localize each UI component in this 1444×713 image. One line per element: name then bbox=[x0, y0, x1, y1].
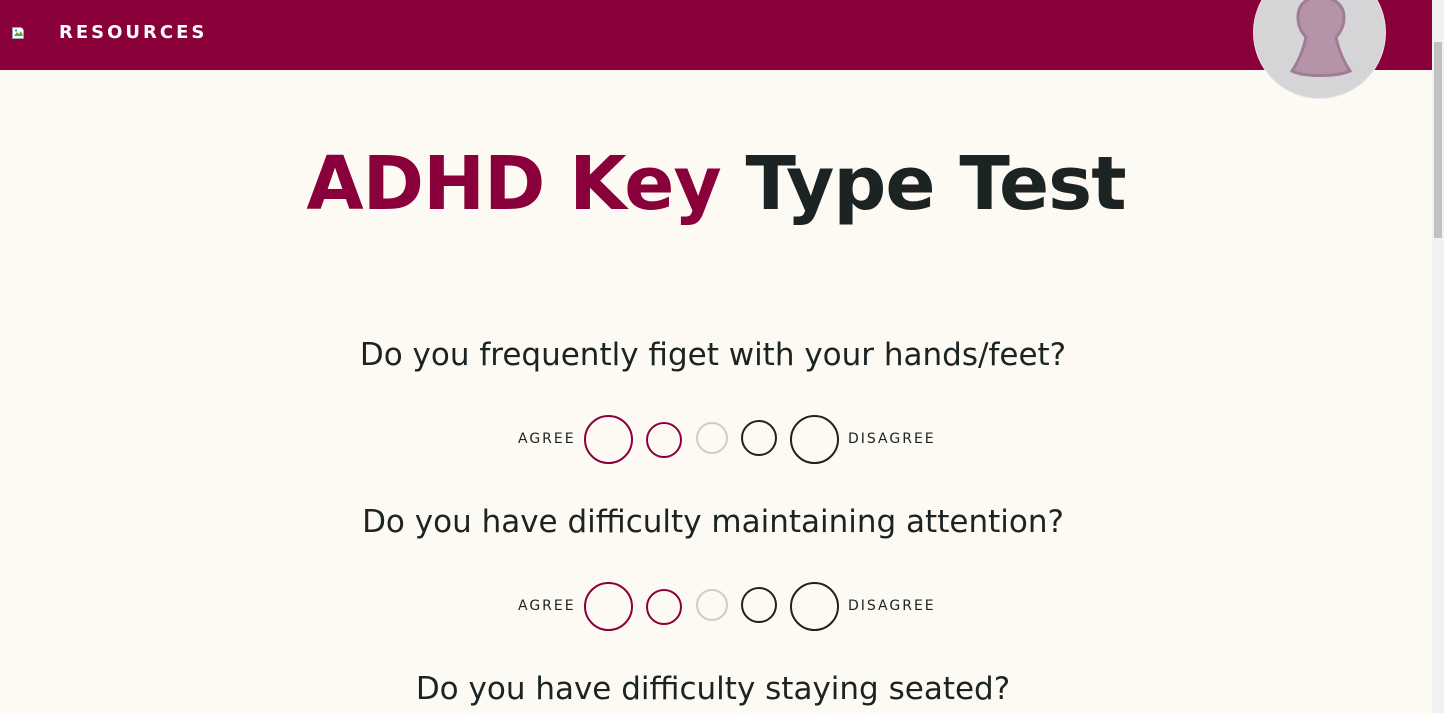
broken-image-icon[interactable] bbox=[12, 26, 28, 40]
title-accent: ADHD Key bbox=[306, 141, 721, 227]
agree-label: AGREE bbox=[518, 598, 576, 614]
option-neutral[interactable] bbox=[696, 589, 728, 621]
option-strongly-agree[interactable] bbox=[584, 582, 633, 631]
option-strongly-disagree[interactable] bbox=[790, 415, 839, 464]
scrollbar-thumb[interactable] bbox=[1434, 42, 1442, 238]
option-disagree[interactable] bbox=[741, 587, 777, 623]
page-title: ADHD Key Type Test bbox=[0, 134, 1432, 234]
question-2-scale: AGREE DISAGREE bbox=[0, 581, 1444, 631]
question-1-scale: AGREE DISAGREE bbox=[0, 414, 1444, 464]
question-3-text: Do you have difficulty staying seated? bbox=[415, 671, 1011, 707]
page: RESOURCES ADHD Key Type Test Do you freq… bbox=[0, 0, 1444, 713]
option-strongly-disagree[interactable] bbox=[790, 582, 839, 631]
question-2-text: Do you have difficulty maintaining atten… bbox=[362, 504, 1064, 540]
disagree-label: DISAGREE bbox=[848, 598, 936, 614]
vertical-scrollbar[interactable] bbox=[1432, 0, 1444, 713]
option-disagree[interactable] bbox=[741, 420, 777, 456]
option-neutral[interactable] bbox=[696, 422, 728, 454]
keyhole-avatar-icon bbox=[1289, 0, 1353, 77]
option-agree[interactable] bbox=[646, 422, 682, 458]
title-rest: Type Test bbox=[745, 141, 1126, 227]
agree-label: AGREE bbox=[518, 431, 576, 447]
top-navigation-bar: RESOURCES bbox=[0, 0, 1432, 99]
option-agree[interactable] bbox=[646, 589, 682, 625]
resources-link[interactable]: RESOURCES bbox=[59, 21, 207, 45]
disagree-label: DISAGREE bbox=[848, 431, 936, 447]
question-1-text: Do you frequently figet with your hands/… bbox=[359, 337, 1067, 373]
option-strongly-agree[interactable] bbox=[584, 415, 633, 464]
avatar[interactable] bbox=[1253, 0, 1386, 99]
